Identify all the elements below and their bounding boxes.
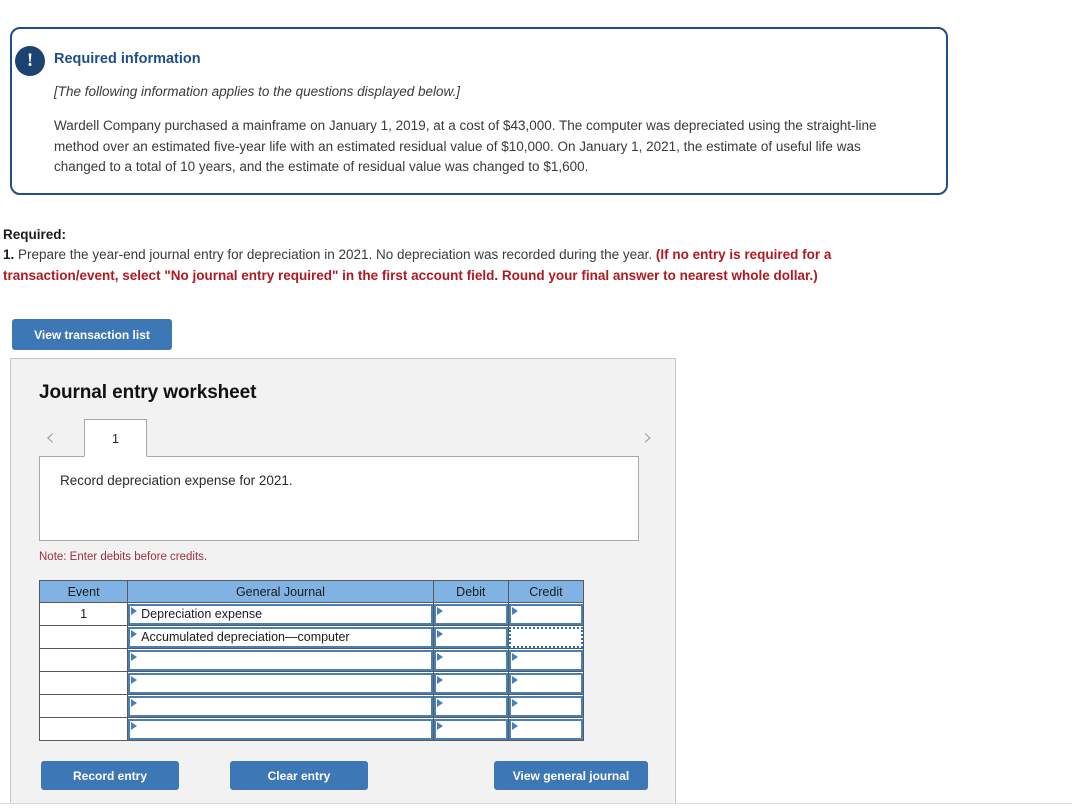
- column-header-debit: Debit: [432, 580, 509, 603]
- table-row: [38, 694, 585, 718]
- event-cell: [38, 625, 129, 649]
- worksheet-title: Journal entry worksheet: [39, 382, 257, 403]
- event-cell: 1: [38, 602, 129, 626]
- account-field[interactable]: [128, 718, 433, 740]
- required-information-body: Wardell Company purchased a mainframe on…: [54, 118, 877, 175]
- required-prompt: Required: 1. Prepare the year-end journa…: [3, 225, 948, 286]
- record-entry-button[interactable]: Record entry: [41, 761, 179, 790]
- worksheet-tab-1[interactable]: 1: [84, 419, 147, 457]
- required-information-applies-note: [The following information applies to th…: [54, 84, 460, 99]
- table-row: [38, 717, 585, 741]
- credit-field[interactable]: [508, 672, 583, 694]
- table-row: 1 Depreciation expense: [38, 602, 585, 626]
- chevron-left-icon[interactable]: ‹: [39, 425, 61, 451]
- debits-before-credits-note: Note: Enter debits before credits.: [39, 551, 208, 563]
- account-field[interactable]: [128, 672, 433, 694]
- clear-entry-button[interactable]: Clear entry: [230, 761, 368, 790]
- table-row: Accumulated depreciation—computer: [38, 625, 585, 649]
- required-information-panel: ! Required information [The following in…: [10, 27, 948, 195]
- table-row: [38, 648, 585, 672]
- transaction-description-text: Record depreciation expense for 2021.: [60, 473, 293, 488]
- account-field[interactable]: [128, 649, 433, 671]
- credit-field[interactable]: [508, 626, 583, 648]
- table-row: [38, 671, 585, 695]
- credit-field[interactable]: [508, 649, 583, 671]
- required-information-title: Required information: [54, 51, 201, 67]
- debit-field[interactable]: [433, 603, 508, 625]
- event-cell: [38, 648, 129, 672]
- worksheet-tab-strip: ‹ 1 ›: [39, 419, 659, 457]
- column-header-general-journal: General Journal: [127, 580, 434, 603]
- account-field[interactable]: [128, 695, 433, 717]
- requirement-text: Prepare the year-end journal entry for d…: [14, 247, 656, 263]
- event-cell: [38, 717, 129, 741]
- credit-field[interactable]: [508, 718, 583, 740]
- view-transaction-list-button[interactable]: View transaction list: [12, 319, 172, 350]
- journal-entry-table: Event General Journal Debit Credit 1 Dep…: [38, 580, 585, 741]
- page-bottom-divider: [0, 803, 1072, 804]
- view-general-journal-button[interactable]: View general journal: [494, 761, 648, 790]
- exclamation-icon: !: [15, 46, 45, 76]
- column-header-event: Event: [38, 580, 129, 603]
- required-label: Required:: [3, 227, 67, 242]
- requirement-number: 1.: [3, 247, 15, 263]
- debit-field[interactable]: [433, 672, 508, 694]
- transaction-description-box: Record depreciation expense for 2021.: [39, 456, 639, 541]
- journal-entry-worksheet-panel: Journal entry worksheet ‹ 1 › Record dep…: [10, 358, 676, 803]
- column-header-credit: Credit: [507, 580, 585, 603]
- chevron-right-icon[interactable]: ›: [637, 425, 659, 451]
- account-field[interactable]: Accumulated depreciation—computer: [128, 626, 433, 648]
- debit-field[interactable]: [433, 649, 508, 671]
- event-cell: [38, 694, 129, 718]
- credit-field[interactable]: [508, 695, 583, 717]
- debit-field[interactable]: [433, 695, 508, 717]
- table-header-row: Event General Journal Debit Credit: [38, 580, 585, 603]
- debit-field[interactable]: [433, 718, 508, 740]
- account-field[interactable]: Depreciation expense: [128, 603, 433, 625]
- event-cell: [38, 671, 129, 695]
- debit-field[interactable]: [433, 626, 508, 648]
- credit-field[interactable]: [508, 603, 583, 625]
